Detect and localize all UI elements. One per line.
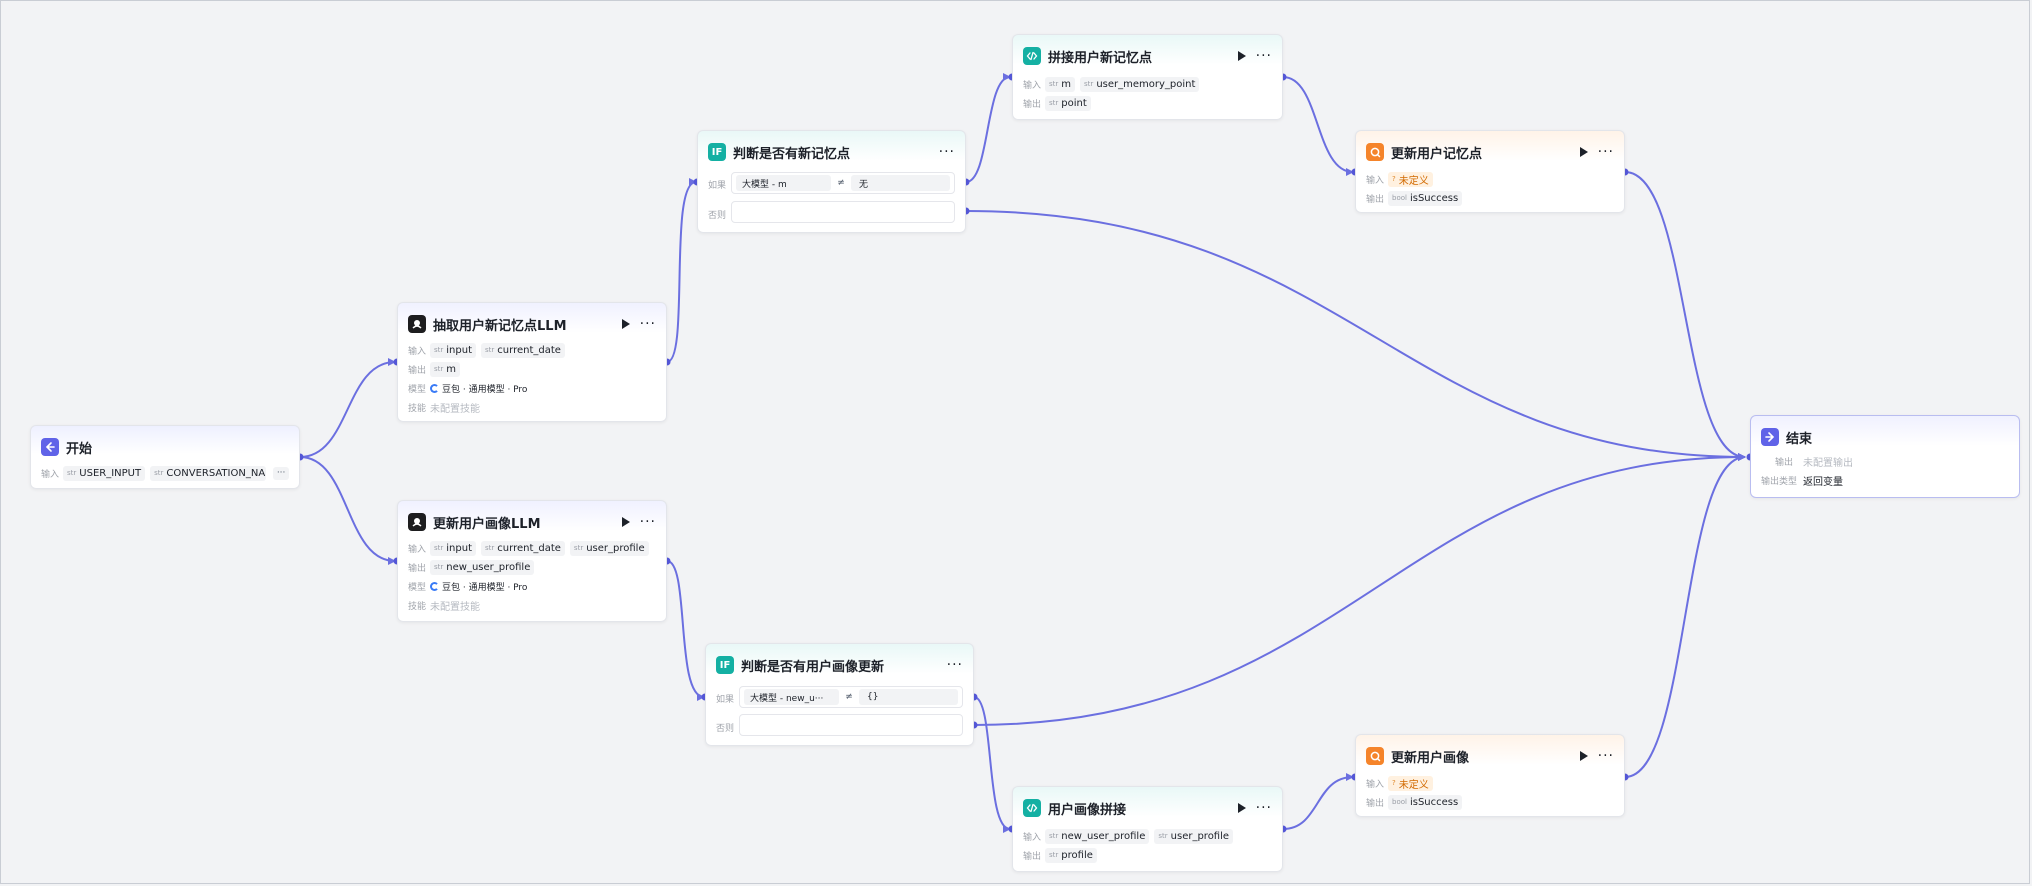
node-start[interactable]: 开始 输入 strUSER_INPUT strCONVERSATION_NAME… <box>30 425 300 489</box>
else-branch[interactable] <box>731 201 955 223</box>
undefined-input-chip: ? 未定义 <box>1388 171 1433 187</box>
node-title: 更新用户画像 <box>1391 750 1470 766</box>
input-chip: str input <box>430 540 477 556</box>
llm-icon <box>408 513 426 531</box>
more-icon[interactable]: ··· <box>1598 749 1614 763</box>
edge-if-memory-code-memory <box>965 73 1011 183</box>
edge-llm-memory-if-memory <box>666 178 697 363</box>
edge-start-llm-profile <box>299 456 396 565</box>
if-icon: IF <box>708 143 726 161</box>
skill-value: 未配置技能 <box>430 601 480 613</box>
node-title: 结束 <box>1786 431 1813 447</box>
more-icon[interactable]: ··· <box>939 145 955 159</box>
node-if-memory[interactable]: IF 判断是否有新记忆点 ··· 如果 大模型 - m ≠ 无 否则 <box>697 130 966 233</box>
condition-left: 大模型 - m <box>736 175 831 191</box>
run-icon[interactable] <box>1237 803 1246 813</box>
workflow-edges <box>296 73 1754 833</box>
node-title: 判断是否有用户画像更新 <box>741 659 885 675</box>
output-chip: bool isSuccess <box>1388 794 1463 810</box>
database-update-icon <box>1366 143 1384 161</box>
input-chip: str user_profile <box>1154 828 1234 844</box>
edge-update-profile-end <box>1624 453 1746 778</box>
more-icon[interactable]: ··· <box>640 317 656 331</box>
edge-llm-profile-if-profile <box>666 560 705 701</box>
edge-if-profile-code-profile <box>973 696 1011 833</box>
input-chip: strCONVERSATION_NAME <box>150 465 267 481</box>
input-chip: str current_date <box>481 540 565 556</box>
enter-icon <box>41 438 59 456</box>
output-chip: str m <box>430 361 461 377</box>
model-chip: 豆包 · 通用模型 · Pro <box>430 382 527 395</box>
output-chip: bool isSuccess <box>1388 190 1463 206</box>
edge-start-llm-memory <box>299 358 396 458</box>
condition-operator: ≠ <box>837 178 845 188</box>
run-icon[interactable] <box>621 319 630 329</box>
more-icon[interactable]: ··· <box>1256 49 1272 63</box>
input-chip: str input <box>430 342 477 358</box>
node-title: 开始 <box>66 441 93 457</box>
condition-operator: ≠ <box>845 692 853 702</box>
run-icon[interactable] <box>621 517 630 527</box>
node-title: 拼接用户新记忆点 <box>1048 50 1153 66</box>
input-chip: str m <box>1045 76 1076 92</box>
input-chip: str user_memory_point <box>1080 76 1200 92</box>
exit-icon <box>1761 428 1779 446</box>
more-icon[interactable]: ··· <box>947 658 963 672</box>
more-icon[interactable]: ··· <box>640 515 656 529</box>
end-output-type: 返回变量 <box>1803 476 1843 488</box>
code-icon <box>1023 47 1041 65</box>
condition-right: 无 <box>851 175 950 191</box>
run-icon[interactable] <box>1579 751 1588 761</box>
run-icon[interactable] <box>1579 147 1588 157</box>
output-chip: str new_user_profile <box>430 559 535 575</box>
end-output-value: 未配置输出 <box>1803 457 1853 469</box>
output-chip: str profile <box>1045 847 1097 863</box>
node-code-memory[interactable]: 拼接用户新记忆点 ··· 输入 str m str user_memory_poin… <box>1012 34 1283 120</box>
node-title: 抽取用户新记忆点LLM <box>433 318 567 334</box>
node-title: 判断是否有新记忆点 <box>733 146 851 162</box>
node-title: 用户画像拼接 <box>1048 802 1127 818</box>
skill-value: 未配置技能 <box>430 403 480 415</box>
edge-code-memory-update-memory <box>1282 76 1354 176</box>
if-icon: IF <box>716 656 734 674</box>
node-title: 更新用户画像LLM <box>433 516 541 532</box>
node-if-profile[interactable]: IF 判断是否有用户画像更新 ··· 如果 大模型 - new_u··· ≠ {… <box>705 643 974 746</box>
else-branch[interactable] <box>739 714 963 736</box>
node-llm-memory[interactable]: 抽取用户新记忆点LLM ··· 输入 str input str current_d… <box>397 302 667 422</box>
llm-icon <box>408 315 426 333</box>
edge-if-memory-else-end <box>965 210 1746 461</box>
node-title: 更新用户记忆点 <box>1391 146 1483 162</box>
more-icon[interactable]: ··· <box>1256 801 1272 815</box>
input-chip: str current_date <box>481 342 565 358</box>
more-inputs-button[interactable]: ··· <box>273 466 290 480</box>
if-condition[interactable]: 大模型 - new_u··· ≠ {} <box>739 686 963 708</box>
database-update-icon <box>1366 747 1384 765</box>
output-chip: str point <box>1045 95 1091 111</box>
node-end[interactable]: 结束 输出 未配置输出 输出类型 返回变量 <box>1750 415 2020 498</box>
node-llm-profile[interactable]: 更新用户画像LLM ··· 输入 str input str current_dat… <box>397 500 667 622</box>
edge-code-profile-update-profile <box>1282 773 1354 830</box>
run-icon[interactable] <box>1237 51 1246 61</box>
edge-if-profile-else-end <box>973 453 1746 726</box>
edge-update-memory-end <box>1624 171 1746 461</box>
node-update-profile[interactable]: 更新用户画像 ··· 输入 ? 未定义 输出 bool isSuccess <box>1355 734 1625 817</box>
if-condition[interactable]: 大模型 - m ≠ 无 <box>731 172 955 194</box>
condition-left: 大模型 - new_u··· <box>744 689 839 705</box>
more-icon[interactable]: ··· <box>1598 145 1614 159</box>
undefined-input-chip: ? 未定义 <box>1388 775 1433 791</box>
doubao-icon <box>430 383 439 393</box>
code-icon <box>1023 799 1041 817</box>
input-chip: str USER_INPUT <box>63 465 146 481</box>
input-chip: str new_user_profile <box>1045 828 1150 844</box>
condition-right: {} <box>859 689 958 705</box>
doubao-icon <box>430 581 439 591</box>
node-code-profile[interactable]: 用户画像拼接 ··· 输入 str new_user_profile str use… <box>1012 786 1283 872</box>
node-update-memory[interactable]: 更新用户记忆点 ··· 输入 ? 未定义 输出 bool isSuccess <box>1355 130 1625 213</box>
input-chip: str user_profile <box>569 540 649 556</box>
model-chip: 豆包 · 通用模型 · Pro <box>430 580 527 593</box>
